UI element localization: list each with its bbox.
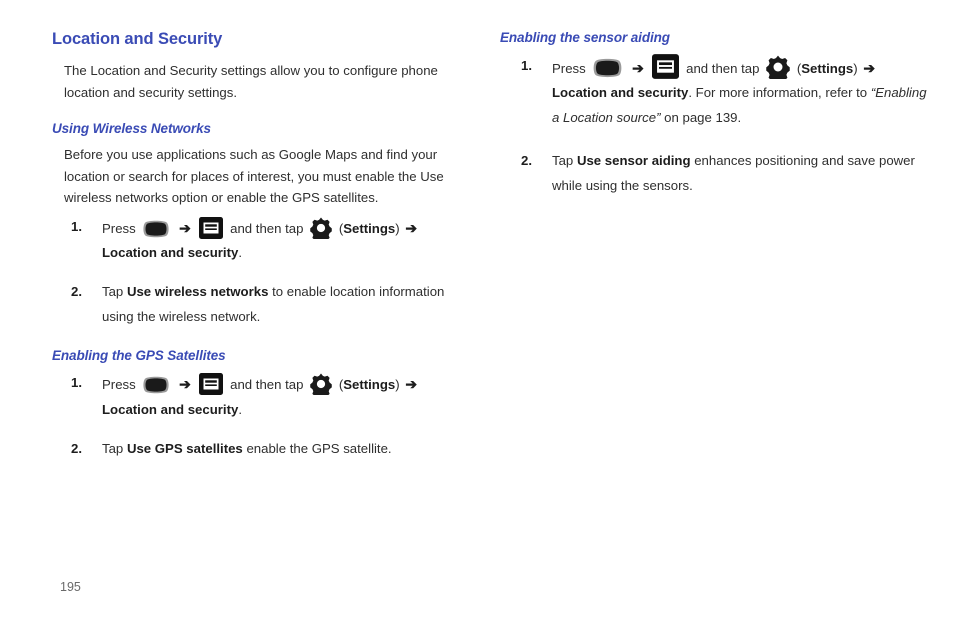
arrow-icon: ➔ [632,59,644,76]
steps-list-enabling-gps-satellites: 1. Press ➔ and then tap (Settings) ➔ Loc… [52,371,477,461]
list-item: 1. Press ➔ and then tap (Settings) ➔ Loc… [52,371,477,423]
arrow-icon: ➔ [179,376,191,393]
list-item: 1. Press ➔ and then tap (Settings) ➔ Loc… [52,215,477,267]
arrow-icon-2: ➔ [863,59,876,76]
step-bold-term: Use GPS satellites [126,440,243,456]
step-target-location-and-security: Location and security [102,402,239,418]
step-number: 1. [71,375,82,391]
menu-key-icon [199,216,224,239]
arrow-icon-2: ➔ [405,219,418,236]
settings-paren-close: ) [853,60,858,76]
menu-key-icon [199,373,224,396]
subsection-title-using-wireless-networks: Using Wireless Networks [52,120,211,136]
settings-label: Settings [343,377,396,393]
page-number: 195 [60,580,81,594]
intro-paragraph: The Location and Security settings allow… [64,63,438,100]
settings-gear-icon [310,217,332,239]
settings-label: Settings [801,60,854,76]
step-bold-term: Use sensor aiding [576,152,691,168]
step-number: 2. [521,152,532,168]
subsection-title-enabling-gps-satellites: Enabling the GPS Satellites [52,347,226,363]
step-text-and-then-tap: and then tap [230,377,304,393]
step-lead-tap: Tap [102,440,124,456]
step-number: 1. [521,57,532,73]
arrow-icon-2: ➔ [405,376,418,393]
arrow-icon: ➔ [179,219,191,236]
list-item: 2. Tap Use GPS satellites enable the GPS… [52,437,477,462]
list-item: 1. Press ➔ and then tap (Settings) ➔ Loc… [500,53,930,131]
step-lead-tap: Tap [552,152,574,168]
settings-gear-icon [766,55,790,79]
step-text-and-then-tap: and then tap [230,220,304,236]
step-number: 1. [71,218,82,234]
step-trailing-period: . [238,245,242,261]
step-text-press: Press [102,377,136,393]
steps-list-using-wireless-networks: 1. Press ➔ and then tap (Settings) ➔ Loc… [52,215,477,330]
step-lead-tap: Tap [102,284,124,300]
settings-paren-close: ) [395,220,400,236]
step-target-location-and-security: Location and security [552,85,689,101]
right-column: Enabling the sensor aiding 1. Press ➔ an… [500,30,930,217]
step-bold-term: Use wireless networks [126,284,269,300]
page-title: Location and Security [52,30,223,48]
cross-reference-page: on page 139. [664,110,742,126]
subsection-title-enabling-sensor-aiding: Enabling the sensor aiding [500,30,670,45]
step-trailing-period: . [238,402,242,418]
step-text-press: Press [102,220,136,236]
step-target-location-and-security: Location and security [102,245,239,261]
list-item: 2. Tap Use sensor aiding enhances positi… [500,149,930,199]
left-column: Location and Security The Location and S… [52,30,477,462]
step-text-and-then-tap: and then tap [686,60,760,76]
step-number: 2. [71,440,82,456]
step-rest-text: enable the GPS satellite. [246,440,392,456]
using-wireless-networks-paragraph: Before you use applications such as Goog… [64,147,444,206]
document-page: Location and Security The Location and S… [0,0,954,636]
step-after-target-text: . For more information, refer to [688,85,868,101]
steps-list-enabling-sensor-aiding: 1. Press ➔ and then tap (Settings) ➔ Loc… [500,53,930,199]
menu-key-icon [652,53,680,79]
settings-label: Settings [343,220,396,236]
settings-paren-close: ) [395,377,400,393]
list-item: 2. Tap Use wireless networks to enable l… [52,280,477,330]
home-key-icon [142,375,170,395]
home-key-icon [592,57,623,79]
home-key-icon [142,219,170,239]
step-text-press: Press [552,60,586,76]
settings-gear-icon [310,373,332,396]
step-number: 2. [71,284,82,300]
